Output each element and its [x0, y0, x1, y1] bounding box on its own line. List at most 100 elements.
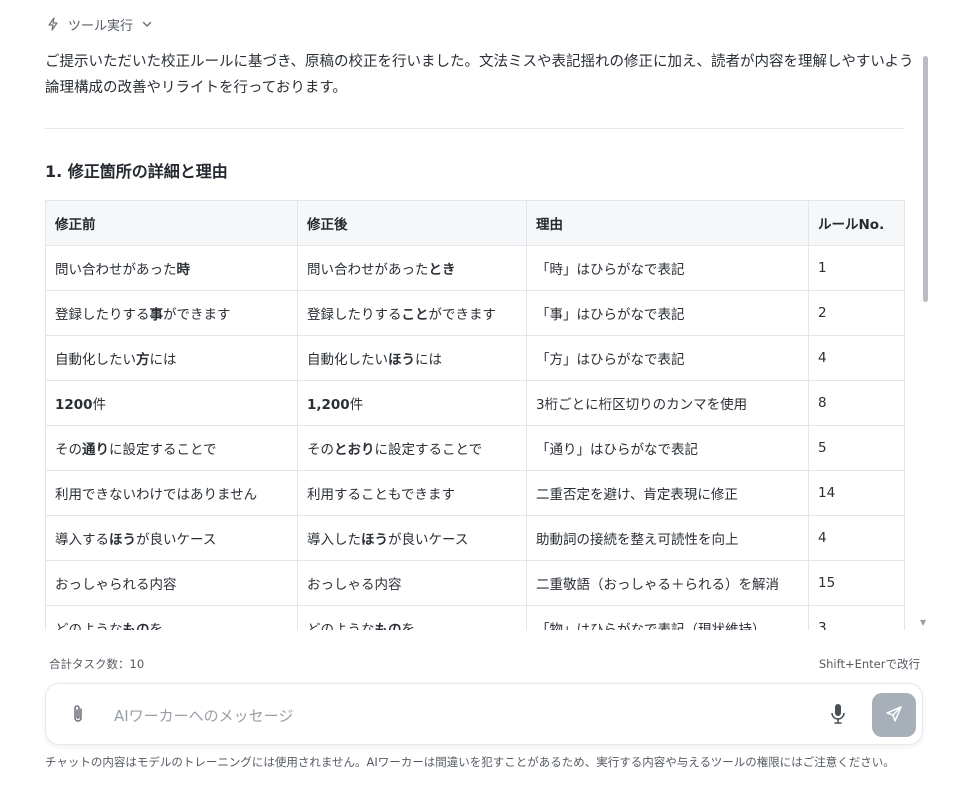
header-reason: 理由: [526, 200, 809, 246]
scroll-down-arrow-icon[interactable]: ▼: [920, 618, 926, 627]
text-segment: どのような: [307, 622, 375, 630]
table-row: 問い合わせがあった時 問い合わせがあったとき 「時」はひらがなで表記 1: [45, 245, 905, 291]
text-segment: おっしゃられる内容: [55, 577, 177, 593]
reason-cell: 二重敬語（おっしゃる＋られる）を解消: [526, 560, 809, 606]
newline-hint: Shift+Enterで改行: [818, 657, 920, 671]
before-cell: その通りに設定することで: [45, 425, 298, 471]
table-row: 登録したりする事ができます 登録したりすることができます 「事」はひらがなで表記 2: [45, 290, 905, 336]
microphone-icon[interactable]: [830, 703, 846, 729]
rule-no-cell: 8: [808, 380, 905, 426]
before-cell: 利用できないわけではありません: [45, 470, 298, 516]
highlighted-text: 1200: [55, 397, 93, 413]
after-cell: 登録したりすることができます: [297, 290, 527, 336]
text-segment: 利用できないわけではありません: [55, 487, 258, 503]
text-segment: 自動化したい: [55, 352, 136, 368]
rule-no-cell: 14: [808, 470, 905, 516]
footer-disclaimer: チャットの内容はモデルのトレーニングには使用されません。AIワーカーは間違いを犯…: [45, 755, 895, 769]
highlighted-text: 方: [136, 352, 150, 368]
rule-no-cell: 15: [808, 560, 905, 606]
send-icon: [885, 705, 903, 726]
intro-paragraph: ご提示いただいた校正ルールに基づき、原稿の校正を行いました。文法ミスや表記揺れの…: [45, 54, 914, 96]
rule-no-cell: 3: [808, 605, 905, 630]
task-count: 合計タスク数：10: [49, 657, 145, 671]
text-segment: 導入した: [307, 532, 361, 548]
highlighted-text: もの: [374, 622, 402, 630]
highlighted-text: こと: [401, 307, 429, 323]
text-segment: その: [307, 442, 334, 458]
table-row: 導入するほうが良いケース 導入したほうが良いケース 助動詞の接続を整え可読性を向上 4: [45, 515, 905, 561]
text-segment: に設定することで: [109, 442, 217, 458]
rule-no-cell: 4: [808, 515, 905, 561]
text-segment: 問い合わせがあった: [307, 262, 429, 278]
rule-no-cell: 2: [808, 290, 905, 336]
reason-cell: 「時」はひらがなで表記: [526, 245, 809, 291]
after-cell: 問い合わせがあったとき: [297, 245, 527, 291]
highlighted-text: 事: [149, 307, 164, 323]
reason-cell: 「通り」はひらがなで表記: [526, 425, 809, 471]
after-cell: 1,200件: [297, 380, 527, 426]
before-cell: どのようなものを: [45, 605, 298, 630]
before-cell: 自動化したい方には: [45, 335, 298, 381]
text-segment: どのような: [55, 622, 123, 630]
chat-scroll-area[interactable]: ツール実行 ご提示いただいた校正ルールに基づき、原稿の校正を行いました。文法ミス…: [0, 0, 930, 630]
text-segment: 問い合わせがあった: [55, 262, 177, 278]
highlighted-text: 1,200: [307, 397, 350, 413]
text-segment: ができます: [428, 307, 497, 323]
lightning-icon: [46, 17, 60, 31]
reason-cell: 助動詞の接続を整え可読性を向上: [526, 515, 809, 561]
paperclip-icon[interactable]: [70, 704, 86, 728]
text-segment: 登録したりする: [55, 307, 150, 323]
highlighted-text: ほう: [361, 532, 388, 548]
message-input[interactable]: [112, 700, 816, 732]
before-cell: 導入するほうが良いケース: [45, 515, 298, 561]
text-segment: を: [401, 622, 416, 630]
highlighted-text: とおり: [334, 442, 375, 458]
text-segment: には: [149, 352, 177, 368]
text-segment: おっしゃる内容: [307, 577, 402, 593]
rule-no-cell: 1: [808, 245, 905, 291]
text-segment: 件: [349, 397, 364, 413]
highlighted-text: 時: [176, 262, 191, 278]
reason-cell: 「事」はひらがなで表記: [526, 290, 809, 336]
reason-cell: 二重否定を避け、肯定表現に修正: [526, 470, 809, 516]
scrollbar-thumb[interactable]: [923, 56, 928, 302]
after-cell: おっしゃる内容: [297, 560, 527, 606]
before-cell: 1200件: [45, 380, 298, 426]
highlighted-text: ほう: [109, 532, 136, 548]
highlighted-text: 通り: [82, 442, 109, 458]
text-segment: が良いケース: [388, 532, 469, 548]
before-cell: 問い合わせがあった時: [45, 245, 298, 291]
after-cell: 導入したほうが良いケース: [297, 515, 527, 561]
tool-toggle-label: ツール実行: [68, 18, 134, 34]
text-segment: が良いケース: [136, 532, 217, 548]
text-segment: 件: [92, 397, 107, 413]
table-row: 利用できないわけではありません 利用することもできます 二重否定を避け、肯定表現に修…: [45, 470, 905, 516]
table-row: 1200件 1,200件 3桁ごとに桁区切りのカンマを使用 8: [45, 380, 905, 426]
text-segment: その: [55, 442, 82, 458]
before-cell: 登録したりする事ができます: [45, 290, 298, 336]
header-rule-no: ルールNo.: [808, 200, 905, 246]
reason-cell: 「物」はひらがなで表記（現状維持）: [526, 605, 809, 630]
header-after: 修正後: [297, 200, 527, 246]
after-cell: どのようなものを: [297, 605, 527, 630]
table-row: どのようなものを どのようなものを 「物」はひらがなで表記（現状維持） 3: [45, 605, 905, 630]
table-body: 問い合わせがあった時 問い合わせがあったとき 「時」はひらがなで表記 1 登録したりする…: [45, 245, 905, 630]
table-row: おっしゃられる内容 おっしゃる内容 二重敬語（おっしゃる＋られる）を解消 15: [45, 560, 905, 606]
text-segment: 導入する: [55, 532, 109, 548]
highlighted-text: とき: [428, 262, 456, 278]
text-segment: 利用することもできます: [307, 487, 455, 503]
text-segment: 自動化したい: [307, 352, 388, 368]
reason-cell: 3桁ごとに桁区切りのカンマを使用: [526, 380, 809, 426]
chevron-down-icon: [141, 18, 153, 30]
table-row: 自動化したい方には 自動化したいほうには 「方」はひらがなで表記 4: [45, 335, 905, 381]
reason-cell: 「方」はひらがなで表記: [526, 335, 809, 381]
send-button[interactable]: [872, 693, 916, 737]
corrections-table: 修正前 修正後 理由 ルールNo. 問い合わせがあった時 問い合わせがあったとき「…: [45, 200, 905, 630]
text-segment: を: [149, 622, 164, 630]
text-segment: に設定することで: [374, 442, 483, 458]
message-composer: [45, 683, 923, 745]
tool-execution-toggle[interactable]: ツール実行: [46, 14, 153, 34]
text-segment: には: [415, 352, 442, 368]
highlighted-text: もの: [122, 622, 150, 630]
after-cell: 自動化したいほうには: [297, 335, 527, 381]
